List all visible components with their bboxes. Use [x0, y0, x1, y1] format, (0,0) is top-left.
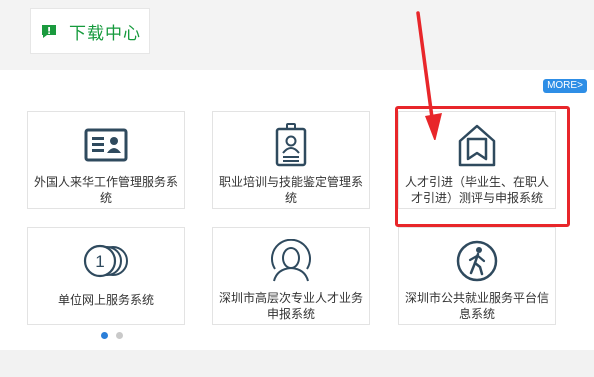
carousel-dot-2[interactable]: [116, 332, 123, 339]
card-label: 深圳市公共就业服务平台信息系统: [405, 291, 550, 321]
card-label: 外国人来华工作管理服务系统: [34, 175, 179, 205]
footer-band: [0, 350, 594, 377]
card-foreigner-work-system[interactable]: 外国人来华工作管理服务系统: [27, 111, 185, 209]
badge-icon: [266, 122, 316, 168]
card-label: 深圳市高层次专业人才业务申报系统: [219, 291, 364, 321]
card-high-level-talent-system[interactable]: 深圳市高层次专业人才业务申报系统: [212, 227, 370, 325]
coins-icon: 1: [81, 238, 131, 284]
section-tab-download-center[interactable]: 下载中心: [30, 8, 150, 54]
walking-person-icon: [452, 238, 502, 284]
section-title: 下载中心: [69, 23, 141, 43]
carousel-dot-1[interactable]: [101, 332, 108, 339]
card-vocational-training-system[interactable]: 职业培训与技能鉴定管理系统: [212, 111, 370, 209]
svg-text:1: 1: [95, 252, 104, 271]
carousel-pagination: [101, 332, 123, 339]
id-card-icon: [81, 122, 131, 168]
card-label: 职业培训与技能鉴定管理系统: [219, 175, 364, 205]
annotation-arrow-icon: [416, 11, 442, 140]
card-label: 人才引进（毕业生、在职人才引进）测评与申报系统: [405, 175, 550, 205]
card-label: 单位网上服务系统: [57, 293, 154, 307]
more-button[interactable]: MORE>: [543, 79, 587, 93]
house-bookmark-icon: [452, 122, 502, 168]
card-unit-online-service[interactable]: 1 单位网上服务系统: [27, 227, 185, 325]
chat-bubble-icon: [42, 24, 56, 38]
card-public-employment-platform[interactable]: 深圳市公共就业服务平台信息系统: [398, 227, 556, 325]
person-icon: [266, 238, 316, 284]
